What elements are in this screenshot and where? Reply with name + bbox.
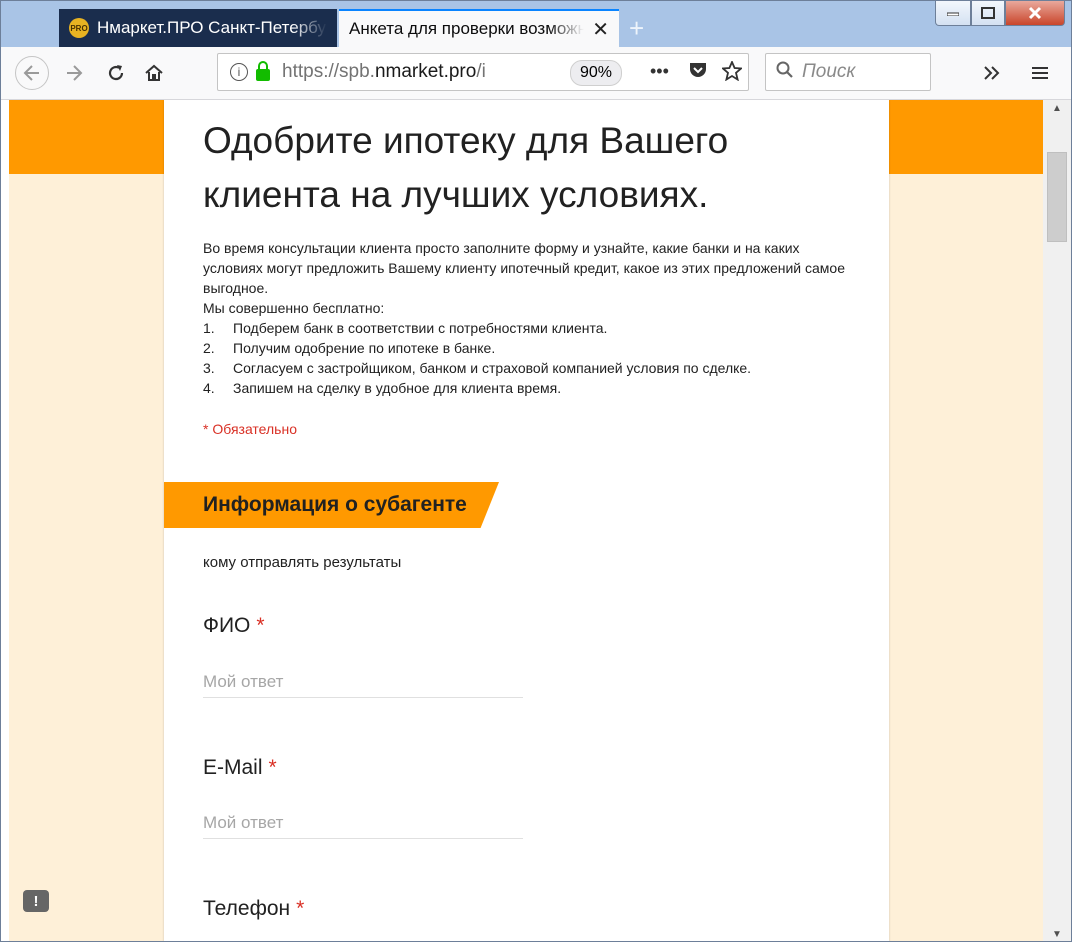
browser-window: PRO Нмаркет.ПРО Санкт-Петербург Анкета д… (0, 0, 1072, 942)
navigation-toolbar: i https://spb.nmarket.pro/i 90% ••• Поис… (1, 47, 1071, 100)
bookmark-star-icon[interactable] (720, 59, 744, 86)
minimize-button[interactable] (935, 1, 971, 26)
forward-icon (67, 65, 83, 81)
list-item: 4. Запишем на сделку в удобное для клиент… (203, 380, 562, 396)
more-icon[interactable]: ••• (650, 61, 669, 82)
search-icon (776, 61, 794, 84)
required-note: * Обязательно (203, 421, 297, 437)
scroll-thumb[interactable] (1047, 152, 1067, 242)
scroll-down-icon[interactable]: ▼ (1043, 926, 1071, 941)
tab-form[interactable]: Анкета для проверки возможности ✕ (339, 9, 619, 47)
scroll-up-icon[interactable]: ▲ (1043, 100, 1071, 116)
close-window-icon (1028, 6, 1042, 20)
menu-button[interactable] (1023, 56, 1057, 90)
email-input[interactable] (203, 808, 523, 839)
required-asterisk: * (256, 614, 265, 637)
list-item: 1. Подберем банк в соответствии с потребн… (203, 320, 608, 336)
search-bar[interactable]: Поиск (765, 53, 931, 91)
intro-paragraph: Во время консультации клиента просто зап… (203, 240, 846, 296)
intro-subheading: Мы совершенно бесплатно: (203, 300, 385, 316)
url-domain: nmarket.pro (374, 61, 477, 82)
url-prefix: https://spb. (282, 61, 375, 82)
address-bar[interactable]: i https://spb.nmarket.pro/i 90% ••• (217, 53, 749, 91)
lock-icon[interactable] (256, 61, 270, 81)
list-item: 3. Согласуем с застройщиком, банком и стр… (203, 360, 752, 376)
fio-input[interactable] (203, 667, 523, 698)
tab-title: Нмаркет.ПРО Санкт-Петербург (97, 18, 327, 37)
question-phone-label: Телефон * (203, 897, 305, 920)
overflow-chevron-icon (984, 66, 1000, 80)
section-description: кому отправлять результаты (203, 554, 402, 571)
search-placeholder: Поиск (802, 61, 856, 82)
section-header: Информация о субагенте (164, 482, 499, 528)
back-icon (23, 65, 39, 81)
question-email-label: E-Mail * (203, 756, 277, 779)
maximize-button[interactable] (971, 1, 1005, 26)
home-button[interactable] (137, 56, 171, 90)
back-button[interactable] (15, 56, 49, 90)
reload-icon (108, 65, 124, 81)
home-icon (145, 64, 163, 81)
required-asterisk: * (296, 897, 305, 920)
form-card: Одобрите ипотеку для Вашего клиента на л… (164, 100, 889, 941)
list-item: 2. Получим одобрение по ипотеке в банке. (203, 340, 496, 356)
tab-title: Анкета для проверки возможности (349, 19, 584, 38)
tab-nmarket[interactable]: PRO Нмаркет.ПРО Санкт-Петербург (59, 9, 337, 47)
reload-button[interactable] (99, 56, 133, 90)
close-window-button[interactable] (1005, 1, 1065, 26)
section-title: Информация о субагенте (203, 493, 467, 516)
benefits-list: 1. Подберем банк в соответствии с потребн… (203, 318, 863, 398)
url-text[interactable]: https://spb.nmarket.pro/i (282, 61, 548, 83)
new-tab-button[interactable]: + (629, 13, 644, 44)
required-asterisk: * (268, 756, 277, 779)
menu-icon (1032, 67, 1048, 79)
question-fio-label: ФИО * (203, 614, 265, 637)
close-tab-icon[interactable]: ✕ (592, 17, 609, 42)
page-viewport: Одобрите ипотеку для Вашего клиента на л… (9, 100, 1043, 941)
window-controls (935, 1, 1065, 27)
url-suffix: /i (476, 61, 486, 82)
zoom-level-button[interactable]: 90% (570, 60, 623, 86)
report-problem-icon[interactable]: ! (23, 890, 49, 912)
tab-strip: PRO Нмаркет.ПРО Санкт-Петербург Анкета д… (1, 1, 1071, 47)
overflow-button[interactable] (975, 56, 1009, 90)
minimize-icon (947, 12, 959, 16)
vertical-scrollbar[interactable]: ▲ ▼ (1043, 100, 1071, 941)
form-title: Одобрите ипотеку для Вашего клиента на л… (203, 120, 729, 215)
maximize-icon (981, 7, 995, 19)
pocket-icon[interactable] (688, 61, 708, 84)
info-icon[interactable]: i (230, 63, 248, 81)
form-description: Во время консультации клиента просто зап… (203, 238, 863, 398)
nmarket-favicon-icon: PRO (69, 18, 89, 38)
forward-button[interactable] (57, 56, 91, 90)
